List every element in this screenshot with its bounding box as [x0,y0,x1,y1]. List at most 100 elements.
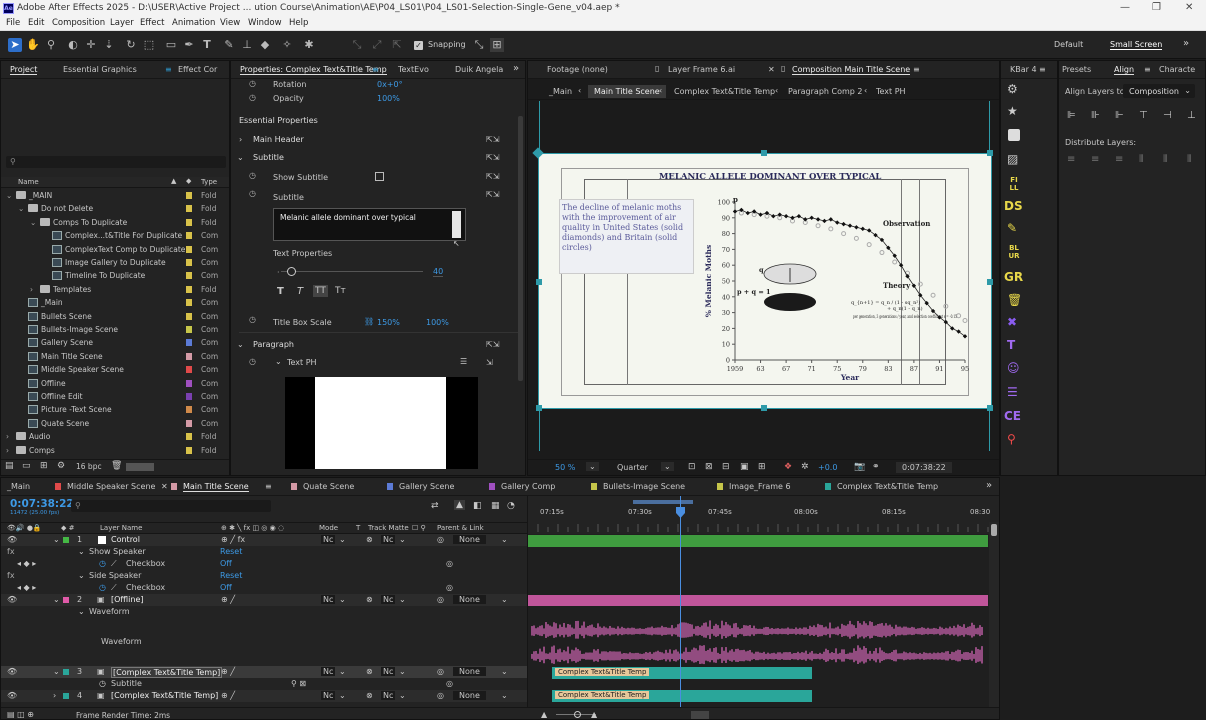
link-icon[interactable]: ⊗ [366,535,373,544]
transform-handle[interactable] [987,279,993,285]
effect-side-speaker[interactable]: fx ⌄ Side Speaker Reset [1,570,527,582]
layer-mode-select[interactable]: Nc [321,691,336,700]
label-color[interactable] [63,669,69,675]
world-axis-icon[interactable]: ⤢ [370,38,384,52]
chevron-down-icon[interactable]: ⌄ [78,547,85,556]
expand-icon[interactable]: ✖ [1007,315,1017,329]
comp-flowchart-icon[interactable]: ⇄ [431,501,439,511]
align-vertical-center-icon[interactable]: ⊣ [1163,110,1172,121]
expression-pickwhip-icon[interactable]: ◎ [446,559,453,568]
timeline-tab[interactable]: Main Title Scene [183,482,249,492]
eye-icon[interactable]: 👁 [7,595,17,604]
effect-name[interactable]: Side Speaker [89,571,141,580]
shy-layers-icon[interactable]: ◧ [473,501,482,511]
project-item[interactable]: Picture -Text Scene Com [1,403,229,416]
parent-select[interactable]: None [453,667,486,676]
text-tool-icon[interactable]: T [1007,338,1015,352]
property-value[interactable]: Off [220,559,232,568]
property-value[interactable]: Off [220,583,232,592]
menu-window[interactable]: Window [248,18,282,28]
label-swatch[interactable] [186,339,192,347]
chevron-right-icon[interactable]: › [53,691,56,700]
ds-button[interactable]: DS [1004,199,1023,213]
parent-select[interactable]: None [453,535,486,544]
rectangle-tool-icon[interactable]: ▭ [164,38,178,52]
label-swatch[interactable] [186,393,192,400]
layer-row-offline[interactable]: 👁 ⌄ 2 ▣ [Offline] ⊕ ╱ Nc ⌄ ⊗ Nc ⌄ ◎ None… [1,594,527,606]
layer-bar-offline[interactable] [528,595,988,606]
parent-select[interactable]: None [453,595,486,604]
format-allcaps-button[interactable]: TT [313,285,328,297]
pan-camera-icon[interactable]: ✛ [84,38,98,52]
waveform-group[interactable]: ⌄ Waveform [1,606,527,618]
menu-file[interactable]: File [6,18,20,28]
type-tool-icon[interactable]: T [200,38,214,52]
breadcrumb-paragraph-comp[interactable]: Paragraph Comp 2 [788,87,863,96]
magnification-value[interactable]: 50 % [555,463,575,472]
size-slider-handle[interactable] [287,267,296,276]
tab-composition[interactable]: Composition Main Title Scene [792,65,911,75]
rotation-tool-icon[interactable]: ↻ [124,38,138,52]
stopwatch-icon[interactable]: ◷ [249,190,259,198]
project-item[interactable]: › Comps Fold [1,444,229,457]
chevron-down-icon[interactable]: ⌄ [339,667,346,676]
chevron-down-icon[interactable]: ⌄ [399,595,406,604]
menu-layer[interactable]: Layer [110,18,134,28]
motion-blur-icon[interactable]: ◔ [507,501,515,511]
tab-duik-angela[interactable]: Duik Angela [455,65,503,74]
align-right-icon[interactable]: ⊩ [1115,110,1124,121]
scale-x-value[interactable]: 150% [377,318,400,327]
layer-mode-select[interactable]: Nc [321,535,336,544]
chevron-down-icon[interactable]: ⌄ [237,340,244,349]
close-icon[interactable]: ✕ [1185,2,1193,13]
chevron-down-icon[interactable]: ⌄ [339,535,346,544]
menu-help[interactable]: Help [289,18,308,28]
label-swatch[interactable] [186,326,192,333]
smiley-icon[interactable]: ☺ [1007,361,1020,375]
project-item[interactable]: ⌄ _MAIN Fold [1,189,229,202]
tab-properties[interactable]: Properties: Complex Text&Title Temp [240,65,387,75]
transform-handle[interactable] [987,405,993,411]
folder-toggle-icon[interactable]: ⌄ [30,218,36,227]
link-icon[interactable]: ⊗ [366,667,373,676]
checkbox-property[interactable]: ◂ ◆ ▸ ◷ ⟋ Checkbox Off ◎ [1,558,527,570]
snapshot-icon[interactable]: 📷 [854,462,865,472]
label-swatch[interactable] [186,352,192,360]
chevron-down-icon[interactable]: ⌄ [78,607,85,616]
track-matte-select[interactable]: Nc [381,667,396,676]
parent-select[interactable]: None [453,691,486,700]
toggle-grid-icon[interactable]: ⊞ [758,462,766,472]
fx-icon[interactable]: fx [7,571,15,580]
timeline-tab[interactable]: Image_Frame 6 [729,482,791,491]
keyframe-link-icon[interactable]: ⇱⇲ [486,153,499,162]
tab-project[interactable]: Project [10,65,38,75]
draft-3d-icon[interactable]: ▲ [454,500,465,510]
label-swatch[interactable] [186,285,192,293]
new-folder-icon[interactable]: ▭ [22,461,31,471]
sort-up-icon[interactable]: ▲ [171,177,176,185]
project-item[interactable]: › Templates Fold [1,283,229,296]
zoom-out-icon[interactable]: ▲ [541,710,547,719]
chevron-down-icon[interactable]: ⌄ [275,357,282,366]
tab-presets[interactable]: Presets [1062,65,1091,74]
close-tab-icon[interactable]: ✕ [161,482,168,491]
chevron-down-icon[interactable]: ⌄ [53,595,60,604]
properties-menu-icon[interactable]: ≡ [372,65,379,74]
slider-value[interactable]: 40 [433,267,444,277]
chevron-down-icon[interactable]: ⌄ [501,667,508,676]
blur-button[interactable]: BL UR [1006,244,1022,260]
graph-icon[interactable]: ⟋ [111,583,117,593]
pan-behind-icon[interactable]: ⬚ [142,38,156,52]
align-top-icon[interactable]: ⊤ [1139,110,1148,121]
layer-row-control[interactable]: 👁 ⌄ 1 Control ⊕ ╱ fx Nc ⌄ ⊗ Nc ⌄ ◎ None … [1,534,527,546]
label-color[interactable] [63,537,69,543]
tab-effect-controls[interactable]: Effect Cor [178,65,217,74]
expression-pickwhip-icon[interactable]: ◎ [446,679,453,688]
playhead[interactable] [680,496,681,707]
channel-icon[interactable]: ❖ [784,462,792,472]
menu-effect[interactable]: Effect [140,18,164,28]
format-bold-button[interactable]: T [277,286,284,297]
chevron-down-icon[interactable]: ⌄ [399,535,406,544]
tab-menu-icon[interactable]: ≡ [165,65,172,74]
breadcrumb-main-title-scene[interactable]: Main Title Scene [588,85,666,98]
